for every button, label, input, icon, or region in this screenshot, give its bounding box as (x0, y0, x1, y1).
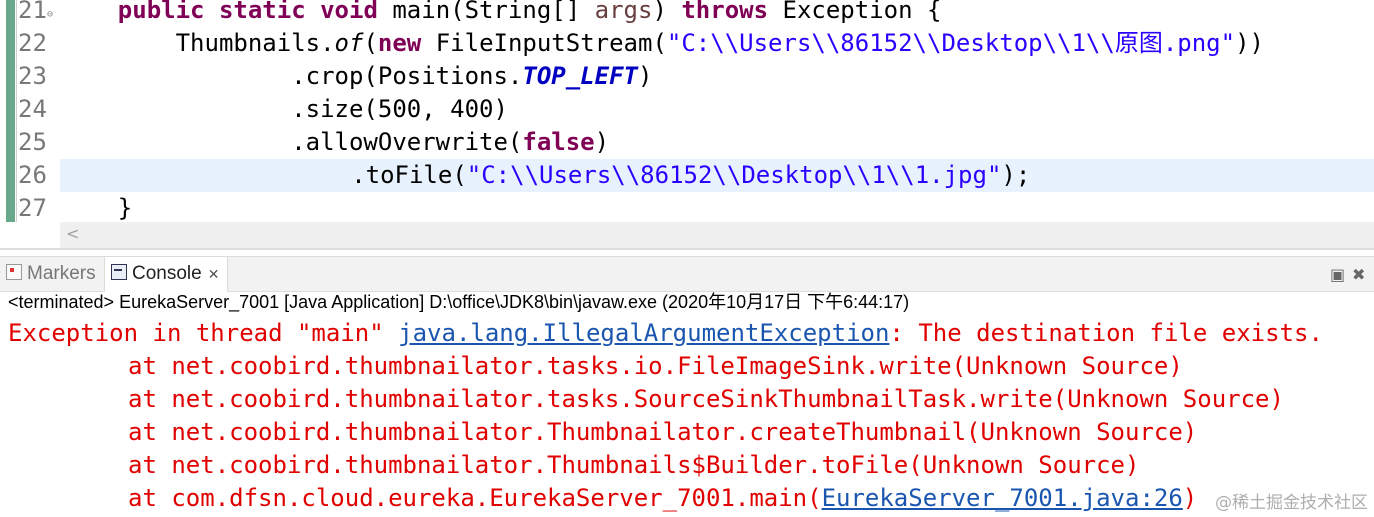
line-number: 27 (18, 194, 47, 222)
stack-frame: at net.coobird.thumbnailator.tasks.Sourc… (8, 383, 1284, 416)
code-text: .allowOverwrite(false) (60, 126, 609, 159)
code-token: )) (1235, 29, 1264, 57)
stack-frame-text: at net.coobird.thumbnailator.tasks.io.Fi… (128, 352, 1183, 380)
code-line[interactable]: 23 .crop(Positions.TOP_LEFT) (0, 60, 1374, 93)
markers-icon (6, 264, 22, 280)
scroll-left-arrow-icon[interactable]: < (66, 224, 79, 243)
close-icon[interactable]: ✕ (208, 266, 220, 282)
code-line[interactable]: 27 } (0, 192, 1374, 225)
code-line[interactable]: 21 ⊖ public static void main(String[] arg… (0, 0, 1374, 27)
code-line[interactable]: 25 .allowOverwrite(false) (0, 126, 1374, 159)
line-number: 21 (18, 0, 47, 24)
code-token: Thumbnails. (60, 29, 335, 57)
stack-frame-text: at net.coobird.thumbnailator.Thumbnailat… (128, 418, 1198, 446)
code-token: .toFile( (120, 161, 467, 189)
line-number: 23 (18, 62, 47, 90)
code-token: .allowOverwrite( (60, 128, 523, 156)
code-token: ); (1001, 161, 1031, 189)
code-token: of (334, 29, 364, 57)
line-number: 26 (18, 161, 47, 189)
code-token: public (117, 0, 205, 24)
code-token: "C:\\Users\\86152\\Desktop\\1\\1.jpg" (466, 161, 1002, 189)
code-token: new (377, 29, 422, 57)
line-number: 22 (18, 29, 47, 57)
tab-markers[interactable]: Markers (6, 257, 96, 291)
code-text: } (60, 192, 132, 225)
stack-frame-text: at net.coobird.thumbnailator.tasks.Sourc… (128, 385, 1284, 413)
code-token: main(String[] (377, 0, 595, 24)
minimize-view-icon[interactable]: ▣ (1330, 265, 1345, 284)
code-token: "C:\\Users\\86152\\Desktop\\1\\原图.png" (666, 29, 1236, 57)
code-token: args (594, 0, 653, 24)
code-token: ) (637, 62, 653, 90)
source-link[interactable]: EurekaServer_7001.java:26 (822, 484, 1183, 512)
line-number: 25 (18, 128, 47, 156)
tab-console[interactable]: Console ✕ (104, 257, 229, 292)
console-status: <terminated> EurekaServer_7001 [Java App… (8, 292, 910, 312)
stack-frame: at com.dfsn.cloud.eureka.EurekaServer_70… (8, 482, 1197, 515)
code-token: ) (652, 0, 682, 24)
code-token: ( (363, 29, 378, 57)
stack-frame-suffix: ) (1182, 484, 1198, 512)
code-token: static (218, 0, 306, 24)
exception-line: Exception in thread "main" java.lang.Ill… (8, 317, 1323, 350)
watermark: @稀土掘金技术社区 (1215, 493, 1368, 513)
exception-class-link[interactable]: java.lang.IllegalArgumentException (398, 319, 889, 347)
code-token: Exception { (768, 0, 942, 24)
code-token: ) (594, 128, 610, 156)
code-line[interactable]: 24 .size(500, 400) (0, 93, 1374, 126)
code-text: .size(500, 400) (60, 93, 508, 126)
code-token: false (522, 128, 595, 156)
code-token: void (320, 0, 378, 24)
console-view: Markers Console ✕ ▣ ✖ <terminated> Eureka… (0, 250, 1374, 517)
stack-frame: at net.coobird.thumbnailator.Thumbnails$… (8, 449, 1139, 482)
code-token: TOP_LEFT (522, 62, 638, 90)
code-editor[interactable]: 21 ⊖ public static void main(String[] arg… (0, 0, 1374, 250)
code-token: .crop(Positions. (60, 62, 523, 90)
line-number: 24 (18, 95, 47, 123)
view-tab-bar: Markers Console ✕ ▣ ✖ (0, 256, 1374, 292)
stack-frame: at net.coobird.thumbnailator.Thumbnailat… (8, 416, 1197, 449)
code-token: throws (681, 0, 769, 24)
console-icon (111, 264, 127, 280)
code-token: FileInputStream( (421, 29, 667, 57)
code-token: .size(500, 400) (60, 95, 508, 123)
exception-prefix: Exception in thread "main" (8, 319, 399, 347)
code-token: } (60, 194, 133, 222)
tab-console-label: Console (132, 263, 202, 284)
exception-message: : The destination file exists. (889, 319, 1323, 347)
code-line[interactable]: 26 .toFile("C:\\Users\\86152\\Desktop\\1… (18, 159, 1374, 192)
stack-frame-text: at com.dfsn.cloud.eureka.EurekaServer_70… (128, 484, 822, 512)
code-text: .crop(Positions.TOP_LEFT) (60, 60, 652, 93)
horizontal-scrollbar[interactable]: < (60, 222, 1374, 248)
code-text: public static void main(String[] args) t… (60, 0, 942, 27)
code-text: Thumbnails.of(new FileInputStream("C:\\U… (60, 27, 1264, 60)
stack-frame-text: at net.coobird.thumbnailator.Thumbnails$… (128, 451, 1140, 479)
code-text: .toFile("C:\\Users\\86152\\Desktop\\1\\1… (120, 159, 1030, 192)
tab-markers-label: Markers (27, 263, 96, 284)
close-view-icon[interactable]: ✖ (1352, 265, 1365, 284)
code-line[interactable]: 22 Thumbnails.of(new FileInputStream("C:… (0, 27, 1374, 60)
stack-frame: at net.coobird.thumbnailator.tasks.io.Fi… (8, 350, 1183, 383)
